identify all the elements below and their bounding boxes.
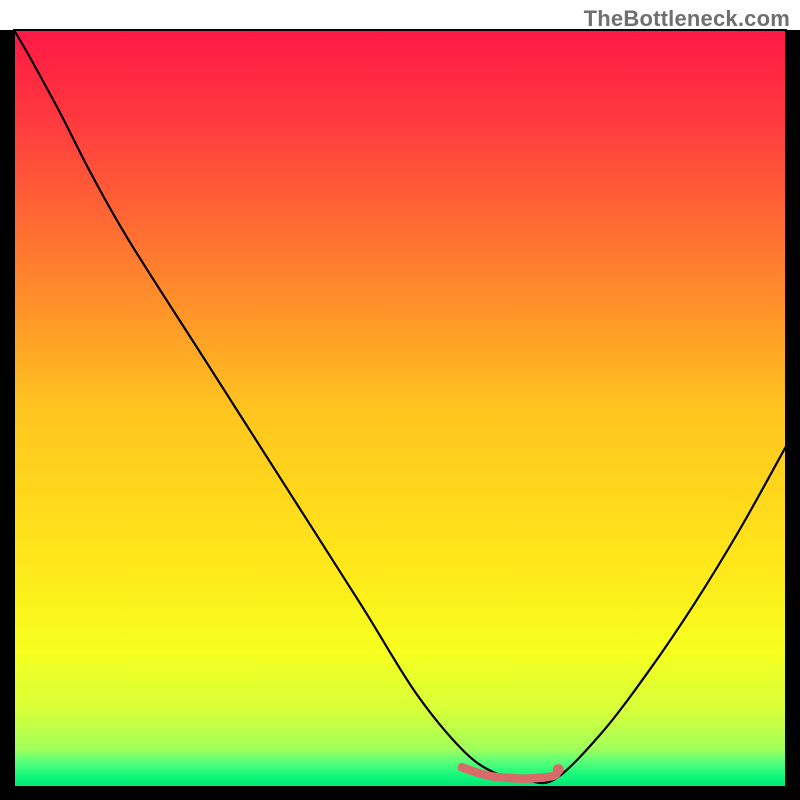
left-axis-bar — [0, 30, 14, 800]
bottleneck-chart — [0, 0, 800, 800]
chart-container: TheBottleneck.com — [0, 0, 800, 800]
watermark-text: TheBottleneck.com — [584, 6, 790, 32]
bottom-axis-bar — [0, 787, 800, 800]
right-axis-bar — [786, 30, 800, 787]
plot-background — [14, 30, 786, 787]
optimal-segment-dot — [553, 764, 564, 775]
